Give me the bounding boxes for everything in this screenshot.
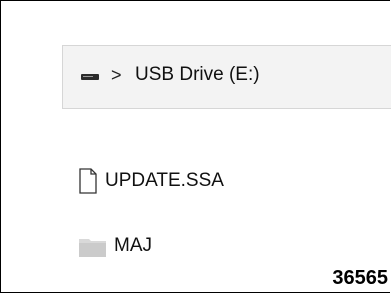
explorer-window: > USB Drive (E:) UPDATE.SSA MAJ 36565 xyxy=(0,0,391,293)
file-name: UPDATE.SSA xyxy=(105,170,224,191)
address-bar[interactable]: > USB Drive (E:) xyxy=(62,45,391,109)
reference-number: 36565 xyxy=(332,267,388,289)
folder-name: MAJ xyxy=(114,235,152,256)
usb-drive-icon xyxy=(81,74,99,80)
breadcrumb-separator: > xyxy=(111,65,122,85)
folder-icon xyxy=(79,239,106,257)
file-icon xyxy=(79,168,97,194)
breadcrumb-location[interactable]: USB Drive (E:) xyxy=(135,64,260,86)
